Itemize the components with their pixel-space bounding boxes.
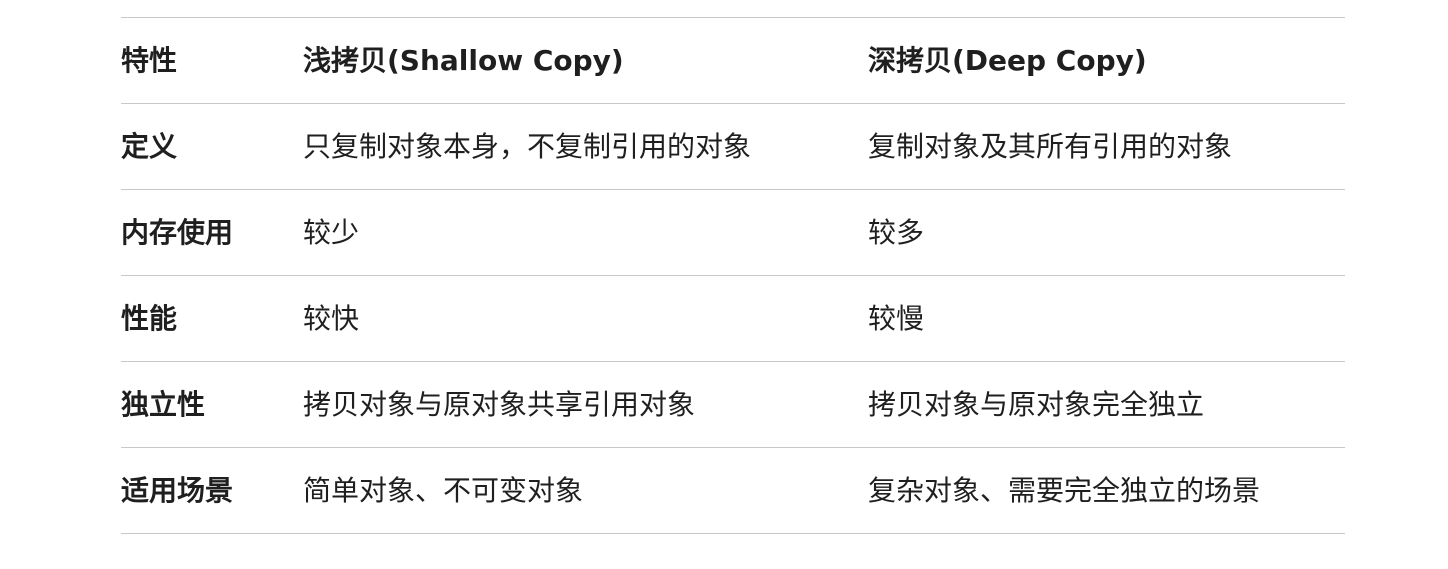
table-row: 性能 较快 较慢 <box>121 276 1345 362</box>
deep-copy-cell: 较多 <box>868 215 925 249</box>
header-feature: 特性 <box>121 43 178 77</box>
row-label: 定义 <box>121 129 178 163</box>
table-row: 独立性 拷贝对象与原对象共享引用对象 拷贝对象与原对象完全独立 <box>121 362 1345 448</box>
deep-copy-cell: 复制对象及其所有引用的对象 <box>868 129 1233 163</box>
table-row: 适用场景 简单对象、不可变对象 复杂对象、需要完全独立的场景 <box>121 448 1345 534</box>
header-row: 特性 浅拷贝(Shallow Copy) 深拷贝(Deep Copy) <box>121 17 1345 104</box>
row-label: 内存使用 <box>121 215 234 249</box>
comparison-table-container: 特性 浅拷贝(Shallow Copy) 深拷贝(Deep Copy) 定义 只… <box>121 17 1345 534</box>
deep-copy-cell: 较慢 <box>868 301 925 335</box>
header-shallow-copy: 浅拷贝(Shallow Copy) <box>303 43 624 77</box>
deep-copy-cell: 拷贝对象与原对象完全独立 <box>868 387 1205 421</box>
header-deep-copy: 深拷贝(Deep Copy) <box>868 43 1147 77</box>
row-label: 性能 <box>121 301 178 335</box>
table-row: 定义 只复制对象本身，不复制引用的对象 复制对象及其所有引用的对象 <box>121 104 1345 190</box>
shallow-copy-cell: 简单对象、不可变对象 <box>303 473 584 507</box>
shallow-copy-cell: 较快 <box>303 301 360 335</box>
shallow-copy-cell: 只复制对象本身，不复制引用的对象 <box>303 129 752 163</box>
table-header: 特性 浅拷贝(Shallow Copy) 深拷贝(Deep Copy) <box>121 17 1345 104</box>
row-label: 独立性 <box>121 387 206 421</box>
row-label: 适用场景 <box>121 473 234 507</box>
shallow-copy-cell: 拷贝对象与原对象共享引用对象 <box>303 387 696 421</box>
deep-copy-cell: 复杂对象、需要完全独立的场景 <box>868 473 1261 507</box>
table-row: 内存使用 较少 较多 <box>121 190 1345 276</box>
table-body: 定义 只复制对象本身，不复制引用的对象 复制对象及其所有引用的对象 内存使用 较… <box>121 104 1345 534</box>
shallow-copy-cell: 较少 <box>303 215 360 249</box>
comparison-table: 特性 浅拷贝(Shallow Copy) 深拷贝(Deep Copy) 定义 只… <box>121 17 1345 534</box>
